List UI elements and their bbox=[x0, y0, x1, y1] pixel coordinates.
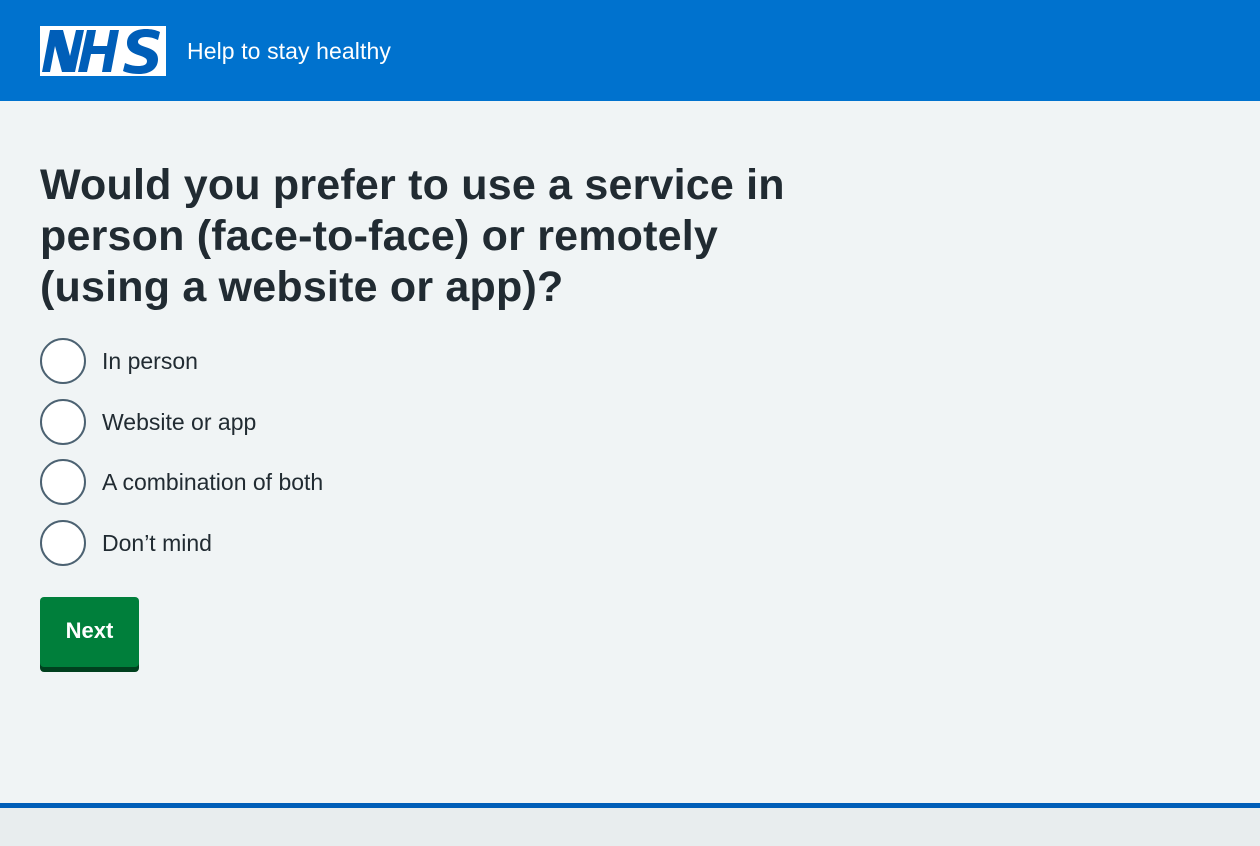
radio-label[interactable]: A combination of both bbox=[102, 468, 323, 496]
radio-option-in-person[interactable]: In person bbox=[40, 336, 640, 386]
header: Help to stay healthy bbox=[0, 0, 1260, 101]
service-name[interactable]: Help to stay healthy bbox=[187, 37, 391, 65]
footer bbox=[0, 803, 1260, 846]
radio-button[interactable] bbox=[40, 398, 86, 445]
question-title: Would you prefer to use a service in per… bbox=[40, 161, 785, 311]
next-button[interactable]: Next bbox=[40, 597, 139, 667]
radio-label[interactable]: Don’t mind bbox=[102, 529, 212, 557]
nhs-logo[interactable] bbox=[40, 26, 166, 76]
radio-label[interactable]: Website or app bbox=[102, 408, 256, 436]
radio-label[interactable]: In person bbox=[102, 347, 198, 375]
radio-button[interactable] bbox=[40, 338, 86, 384]
radio-option-website-or-app[interactable]: Website or app bbox=[40, 397, 640, 447]
radio-button[interactable] bbox=[40, 459, 86, 505]
radio-option-combination[interactable]: A combination of both bbox=[40, 457, 640, 507]
radio-button[interactable] bbox=[40, 519, 86, 566]
main-content: Would you prefer to use a service in per… bbox=[40, 160, 860, 566]
radio-option-dont-mind[interactable]: Don’t mind bbox=[40, 518, 640, 568]
radio-group: In person Website or app A combination o… bbox=[40, 336, 640, 578]
nhs-logo-icon bbox=[40, 26, 166, 76]
